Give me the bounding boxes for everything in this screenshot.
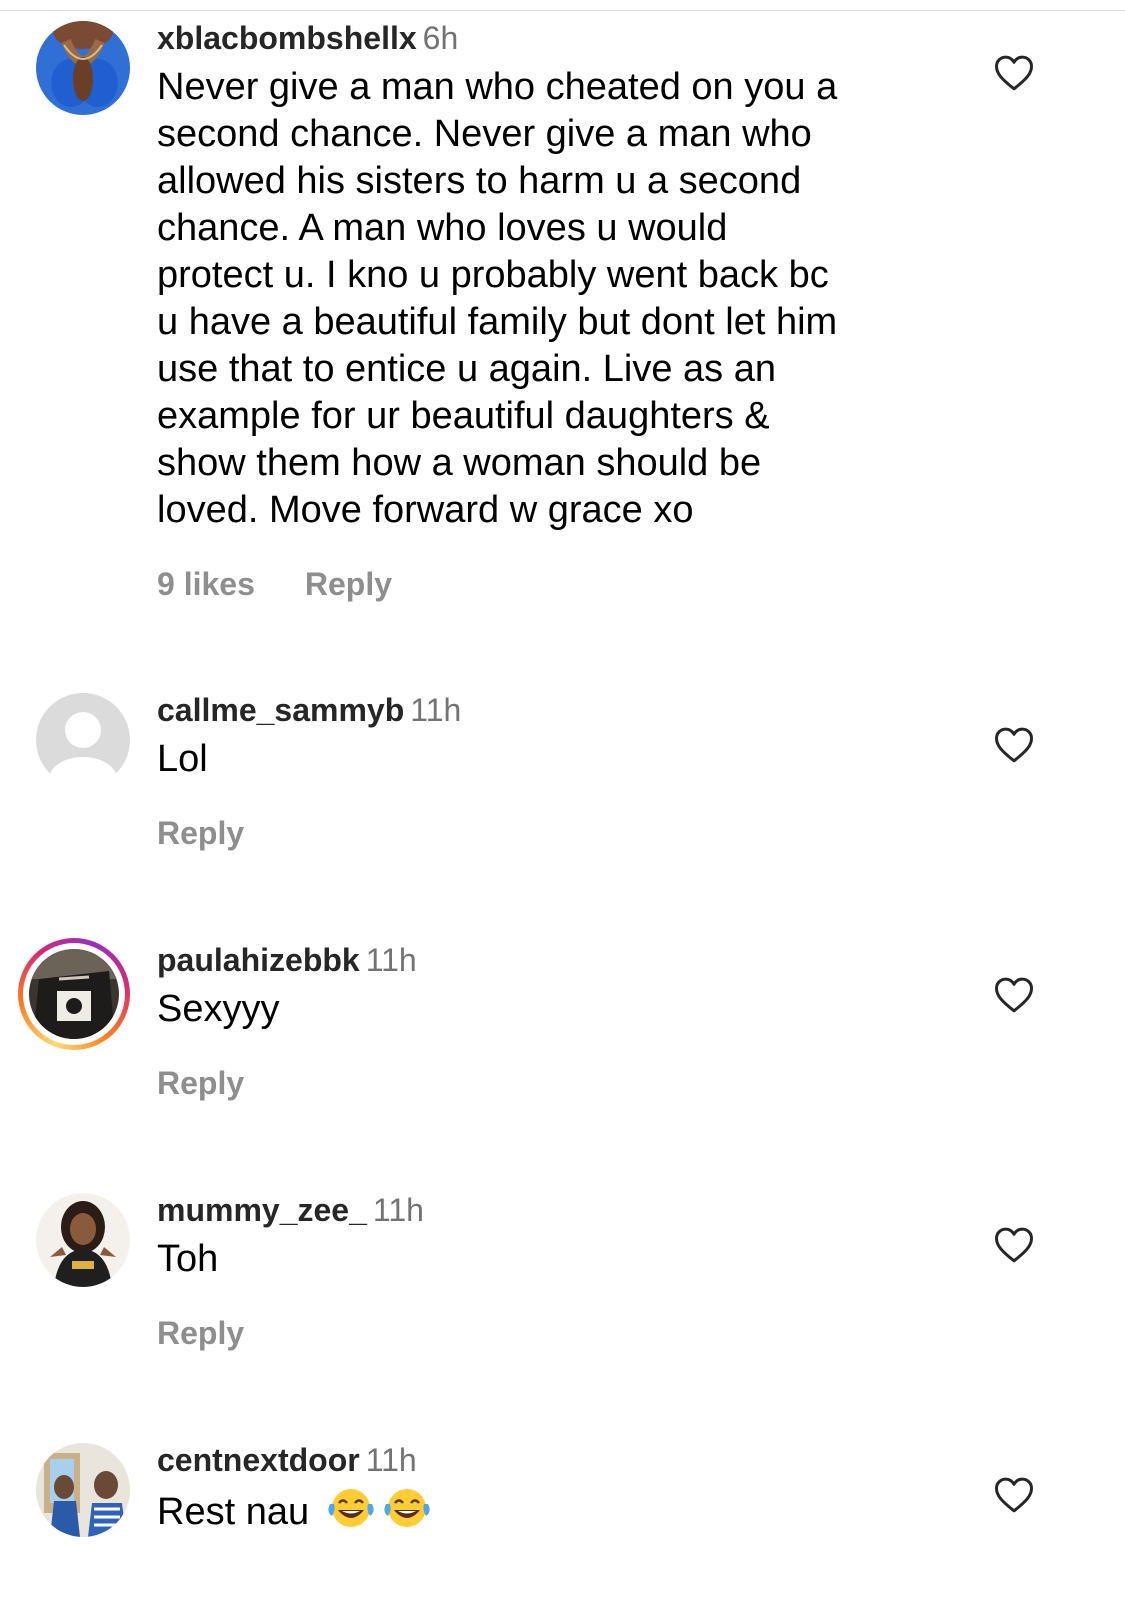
comment-text-line: u have a beautiful family but dont let h… — [157, 301, 838, 343]
profile-photo-icon — [36, 21, 130, 115]
comment-actions: 9 likes Reply — [157, 566, 957, 603]
username-link[interactable]: callme_sammyb — [157, 692, 404, 728]
avatar[interactable] — [36, 1443, 130, 1537]
comment-text: Sexyyy — [157, 988, 280, 1030]
comment-text-line: second chance. Never give a man who — [157, 113, 812, 155]
username-link[interactable]: centnextdoor — [157, 1442, 360, 1478]
comment-text: Lol — [157, 738, 208, 780]
tears-of-joy-emoji-icon — [328, 1489, 374, 1527]
comment-timestamp: 11h — [365, 942, 417, 978]
heart-outline-icon[interactable] — [994, 726, 1034, 764]
comment-actions: Reply — [157, 1065, 957, 1102]
avatar[interactable] — [36, 693, 130, 787]
reply-button[interactable]: Reply — [157, 1065, 244, 1102]
comment-text: Rest nau — [157, 1486, 957, 1536]
likes-count-button[interactable]: 9 likes — [157, 566, 255, 603]
reply-button[interactable]: Reply — [305, 566, 392, 603]
reply-button[interactable]: Reply — [157, 815, 244, 852]
profile-photo-icon — [36, 1443, 130, 1537]
username-link[interactable]: xblacbombshellx — [157, 20, 417, 56]
avatar — [29, 949, 119, 1039]
comment-text-line: chance. A man who loves u would — [157, 207, 728, 249]
comment-header: paulahizebbk 11h — [157, 940, 957, 980]
top-divider — [0, 10, 1125, 11]
comment-text-line: protect u. I kno u probably went back bc — [157, 254, 829, 296]
heart-outline-icon[interactable] — [994, 976, 1034, 1014]
comment-text-content: Rest nau — [157, 1491, 310, 1533]
comment-timestamp: 11h — [410, 692, 462, 728]
profile-photo-icon — [29, 949, 119, 1039]
story-ring[interactable] — [18, 938, 130, 1050]
comment-text-line: Never give a man who cheated on you a — [157, 66, 838, 108]
comment-text: Toh — [157, 1238, 219, 1280]
comment-text-line: allowed his sisters to harm u a second — [157, 160, 802, 202]
heart-outline-icon[interactable] — [994, 54, 1034, 92]
username-link[interactable]: mummy_zee_ — [157, 1192, 367, 1228]
comment-timestamp: 6h — [422, 20, 459, 56]
comment-timestamp: 11h — [365, 1442, 417, 1478]
username-link[interactable]: paulahizebbk — [157, 942, 360, 978]
comment-text-line: loved. Move forward w grace xo — [157, 489, 694, 531]
comment-text-line: example for ur beautiful daughters & — [157, 395, 770, 437]
tears-of-joy-emoji-icon — [384, 1489, 430, 1527]
comment-text-line: show them how a woman should be — [157, 442, 762, 484]
comment-header: xblacbombshellx 6h — [157, 18, 957, 58]
comment-actions: Reply — [157, 815, 957, 852]
comment-text-line: use that to entice u again. Live as an — [157, 348, 776, 390]
comment-header: mummy_zee_ 11h — [157, 1190, 957, 1230]
heart-outline-icon[interactable] — [994, 1476, 1034, 1514]
comment-header: callme_sammyb 11h — [157, 690, 957, 730]
story-ring-gap — [23, 943, 125, 1045]
avatar[interactable] — [36, 1193, 130, 1287]
comment-timestamp: 11h — [372, 1192, 424, 1228]
default-profile-icon — [36, 693, 130, 787]
comment-actions: Reply — [157, 1315, 957, 1352]
avatar[interactable] — [36, 21, 130, 115]
comment-text: Never give a man who cheated on you a se… — [157, 64, 957, 534]
reply-button[interactable]: Reply — [157, 1315, 244, 1352]
comment-header: centnextdoor 11h — [157, 1440, 957, 1480]
profile-photo-icon — [36, 1193, 130, 1287]
heart-outline-icon[interactable] — [994, 1226, 1034, 1264]
